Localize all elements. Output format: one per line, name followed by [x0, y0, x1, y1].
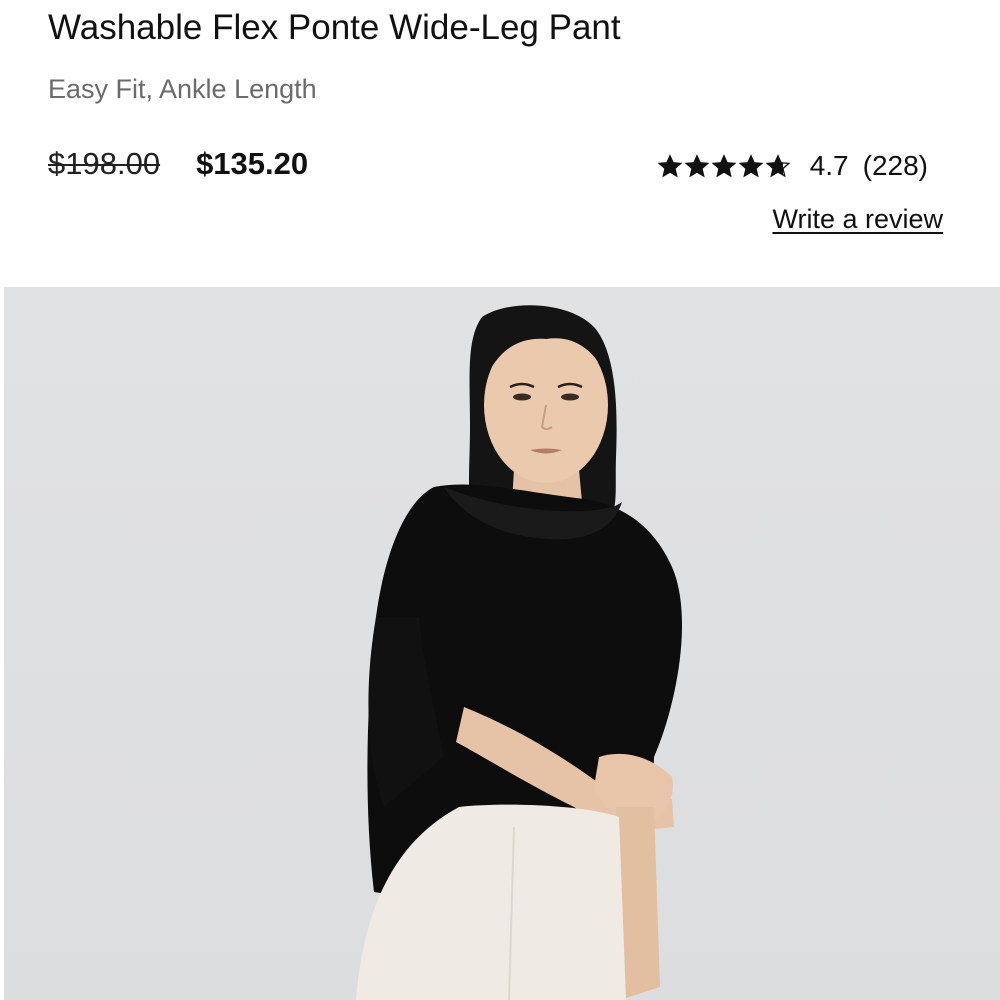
star-icon [684, 153, 710, 179]
star-icon [657, 153, 683, 179]
star-icon [711, 153, 737, 179]
star-icon [738, 153, 764, 179]
original-price: $198.00 [48, 146, 161, 181]
price-row: $198.00 $135.20 [48, 142, 308, 186]
write-review-link[interactable]: Write a review [772, 204, 943, 235]
product-title: Washable Flex Ponte Wide-Leg Pant [48, 8, 621, 47]
review-count: (228) [862, 150, 928, 181]
rating-summary[interactable]: 4.7 (228) [657, 146, 928, 186]
product-page: Washable Flex Ponte Wide-Leg Pant Easy F… [0, 0, 1000, 1000]
sale-price: $135.20 [196, 146, 309, 181]
rating-value: 4.7 [809, 150, 849, 181]
star-icon [765, 153, 791, 179]
star-rating [657, 153, 792, 179]
product-subtitle: Easy Fit, Ankle Length [48, 74, 317, 104]
product-photo[interactable] [4, 287, 1000, 1000]
